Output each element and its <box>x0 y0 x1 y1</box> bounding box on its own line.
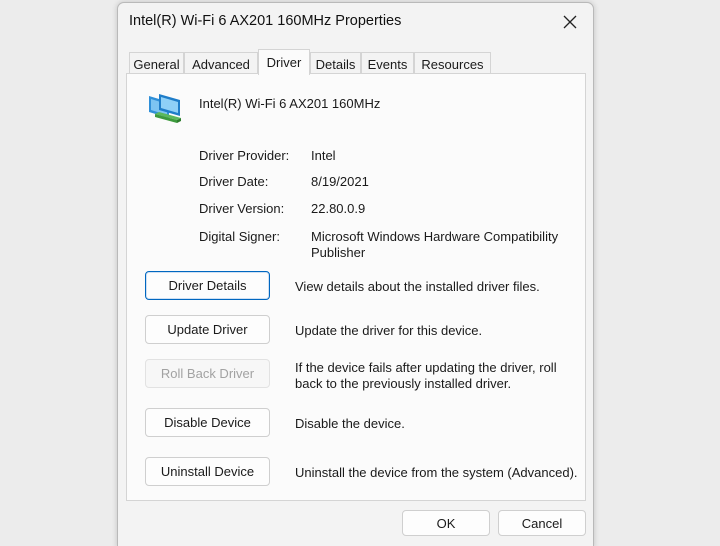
network-adapter-icon <box>149 94 181 123</box>
driver-date-value: 8/19/2021 <box>311 174 369 189</box>
driver-version-value: 22.80.0.9 <box>311 201 366 216</box>
driver-version-label: Driver Version: <box>199 201 285 216</box>
driver-details-description: View details about the installed driver … <box>295 279 540 294</box>
disable-device-description: Disable the device. <box>295 416 405 431</box>
digital-signer-value: Microsoft Windows Hardware Compatibility… <box>311 229 559 260</box>
tab-general[interactable]: General <box>129 52 184 75</box>
properties-dialog: Intel(R) Wi-Fi 6 AX201 160MHz Properties… <box>117 2 594 546</box>
tab-details[interactable]: Details <box>310 52 361 75</box>
disable-device-button[interactable]: Disable Device <box>145 408 270 437</box>
driver-provider-value: Intel <box>311 148 336 163</box>
digital-signer-label: Digital Signer: <box>199 229 280 244</box>
close-icon <box>563 15 577 29</box>
roll-back-driver-description: If the device fails after updating the d… <box>295 360 557 391</box>
tab-strip: General Advanced Driver Details Events R… <box>129 49 584 75</box>
tab-events[interactable]: Events <box>361 52 414 75</box>
device-name: Intel(R) Wi-Fi 6 AX201 160MHz <box>199 96 381 111</box>
driver-provider-label: Driver Provider: <box>199 148 290 163</box>
driver-tab-panel: Intel(R) Wi-Fi 6 AX201 160MHz Driver Pro… <box>126 73 586 501</box>
window-title: Intel(R) Wi-Fi 6 AX201 160MHz Properties <box>129 13 402 29</box>
driver-date-label: Driver Date: <box>199 174 269 189</box>
title-bar: Intel(R) Wi-Fi 6 AX201 160MHz Properties <box>118 3 593 43</box>
uninstall-device-button[interactable]: Uninstall Device <box>145 457 270 486</box>
cancel-button[interactable]: Cancel <box>498 510 586 536</box>
update-driver-description: Update the driver for this device. <box>295 323 483 338</box>
driver-details-button[interactable]: Driver Details <box>145 271 270 300</box>
tab-advanced[interactable]: Advanced <box>184 52 258 75</box>
update-driver-button[interactable]: Update Driver <box>145 315 270 344</box>
uninstall-device-description: Uninstall the device from the system (Ad… <box>295 465 578 480</box>
ok-button[interactable]: OK <box>402 510 490 536</box>
tab-resources[interactable]: Resources <box>414 52 491 75</box>
tab-driver[interactable]: Driver <box>258 49 310 75</box>
roll-back-driver-button: Roll Back Driver <box>145 359 270 388</box>
close-button[interactable] <box>557 9 583 35</box>
